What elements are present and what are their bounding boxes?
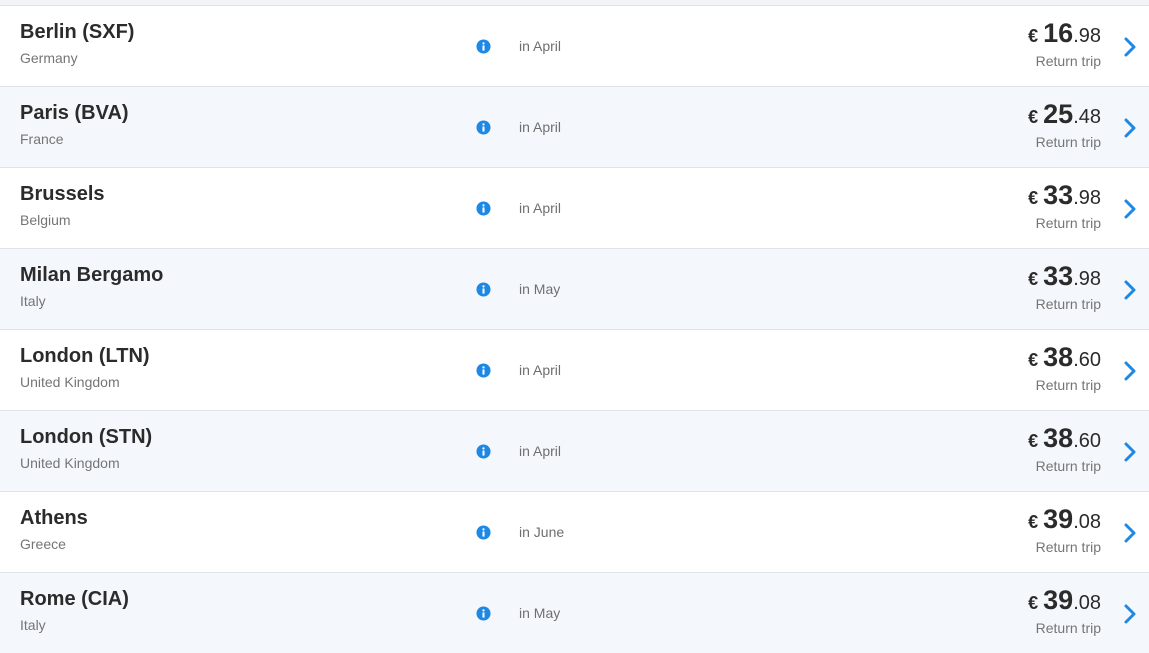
price-whole: 33	[1043, 261, 1074, 291]
destination-country: Italy	[20, 617, 46, 633]
price-decimal: .08	[1073, 592, 1101, 614]
price-whole: 39	[1043, 585, 1074, 615]
chevron-right-icon[interactable]	[1123, 522, 1137, 544]
price-whole: 33	[1043, 180, 1074, 210]
price: €16.98	[1028, 20, 1101, 47]
destination-city: Brussels	[20, 183, 105, 205]
travel-month: in April	[519, 443, 562, 459]
chevron-right-icon[interactable]	[1123, 279, 1137, 301]
trip-type: Return trip	[1035, 215, 1101, 231]
price-whole: 39	[1043, 504, 1074, 534]
price: €39.08	[1028, 587, 1101, 614]
travel-month: in April	[519, 200, 562, 216]
flight-row[interactable]: Milan Bergamo Italy in May €33.98 Return…	[0, 248, 1149, 329]
trip-type: Return trip	[1035, 377, 1101, 393]
flight-row[interactable]: Paris (BVA) France in April €25.48 Retur…	[0, 86, 1149, 167]
destination-country: Belgium	[20, 212, 71, 228]
currency-symbol: €	[1028, 350, 1039, 370]
currency-symbol: €	[1028, 593, 1039, 613]
info-icon[interactable]	[476, 120, 491, 135]
trip-type: Return trip	[1035, 539, 1101, 555]
destination-city: London (STN)	[20, 426, 153, 448]
destination-country: Greece	[20, 536, 66, 552]
destination-country: United Kingdom	[20, 455, 120, 471]
price: €38.60	[1028, 344, 1101, 371]
destination-city: Berlin (SXF)	[20, 21, 135, 43]
price-decimal: .48	[1073, 106, 1101, 128]
travel-month: in April	[519, 38, 562, 54]
price-whole: 16	[1043, 18, 1074, 48]
travel-month: in April	[519, 119, 562, 135]
price-whole: 38	[1043, 423, 1074, 453]
chevron-right-icon[interactable]	[1123, 441, 1137, 463]
destination-country: Germany	[20, 50, 78, 66]
price-decimal: .08	[1073, 511, 1101, 533]
currency-symbol: €	[1028, 188, 1039, 208]
price-decimal: .60	[1073, 430, 1101, 452]
chevron-right-icon[interactable]	[1123, 603, 1137, 625]
travel-month: in May	[519, 281, 561, 297]
price-decimal: .98	[1073, 25, 1101, 47]
flight-row[interactable]: Rome (CIA) Italy in May €39.08 Return tr…	[0, 572, 1149, 653]
info-icon[interactable]	[476, 525, 491, 540]
trip-type: Return trip	[1035, 296, 1101, 312]
destination-country: France	[20, 131, 64, 147]
info-icon[interactable]	[476, 606, 491, 621]
trip-type: Return trip	[1035, 134, 1101, 150]
price-decimal: .98	[1073, 268, 1101, 290]
price: €33.98	[1028, 182, 1101, 209]
destination-country: United Kingdom	[20, 374, 120, 390]
destination-city: Paris (BVA)	[20, 102, 129, 124]
currency-symbol: €	[1028, 512, 1039, 532]
currency-symbol: €	[1028, 26, 1039, 46]
info-icon[interactable]	[476, 444, 491, 459]
chevron-right-icon[interactable]	[1123, 198, 1137, 220]
price-whole: 25	[1043, 99, 1074, 129]
price-whole: 38	[1043, 342, 1074, 372]
travel-month: in May	[519, 605, 561, 621]
currency-symbol: €	[1028, 269, 1039, 289]
flight-row[interactable]: Athens Greece in June €39.08 Return trip	[0, 491, 1149, 572]
travel-month: in April	[519, 362, 562, 378]
price: €39.08	[1028, 506, 1101, 533]
trip-type: Return trip	[1035, 458, 1101, 474]
currency-symbol: €	[1028, 107, 1039, 127]
flight-row[interactable]: London (LTN) United Kingdom in April €38…	[0, 329, 1149, 410]
price-decimal: .60	[1073, 349, 1101, 371]
travel-month: in June	[519, 524, 565, 540]
flight-list: Berlin (SXF) Germany in April €16.98 Ret…	[0, 5, 1149, 653]
trip-type: Return trip	[1035, 53, 1101, 69]
destination-city: Athens	[20, 507, 88, 529]
info-icon[interactable]	[476, 201, 491, 216]
info-icon[interactable]	[476, 39, 491, 54]
destination-city: Rome (CIA)	[20, 588, 129, 610]
flight-row[interactable]: Berlin (SXF) Germany in April €16.98 Ret…	[0, 5, 1149, 86]
destination-city: Milan Bergamo	[20, 264, 164, 286]
destination-city: London (LTN)	[20, 345, 150, 367]
price: €38.60	[1028, 425, 1101, 452]
flight-row[interactable]: London (STN) United Kingdom in April €38…	[0, 410, 1149, 491]
price-decimal: .98	[1073, 187, 1101, 209]
destination-country: Italy	[20, 293, 46, 309]
flight-row[interactable]: Brussels Belgium in April €33.98 Return …	[0, 167, 1149, 248]
price: €33.98	[1028, 263, 1101, 290]
trip-type: Return trip	[1035, 620, 1101, 636]
info-icon[interactable]	[476, 282, 491, 297]
price: €25.48	[1028, 101, 1101, 128]
chevron-right-icon[interactable]	[1123, 360, 1137, 382]
currency-symbol: €	[1028, 431, 1039, 451]
chevron-right-icon[interactable]	[1123, 36, 1137, 58]
info-icon[interactable]	[476, 363, 491, 378]
chevron-right-icon[interactable]	[1123, 117, 1137, 139]
